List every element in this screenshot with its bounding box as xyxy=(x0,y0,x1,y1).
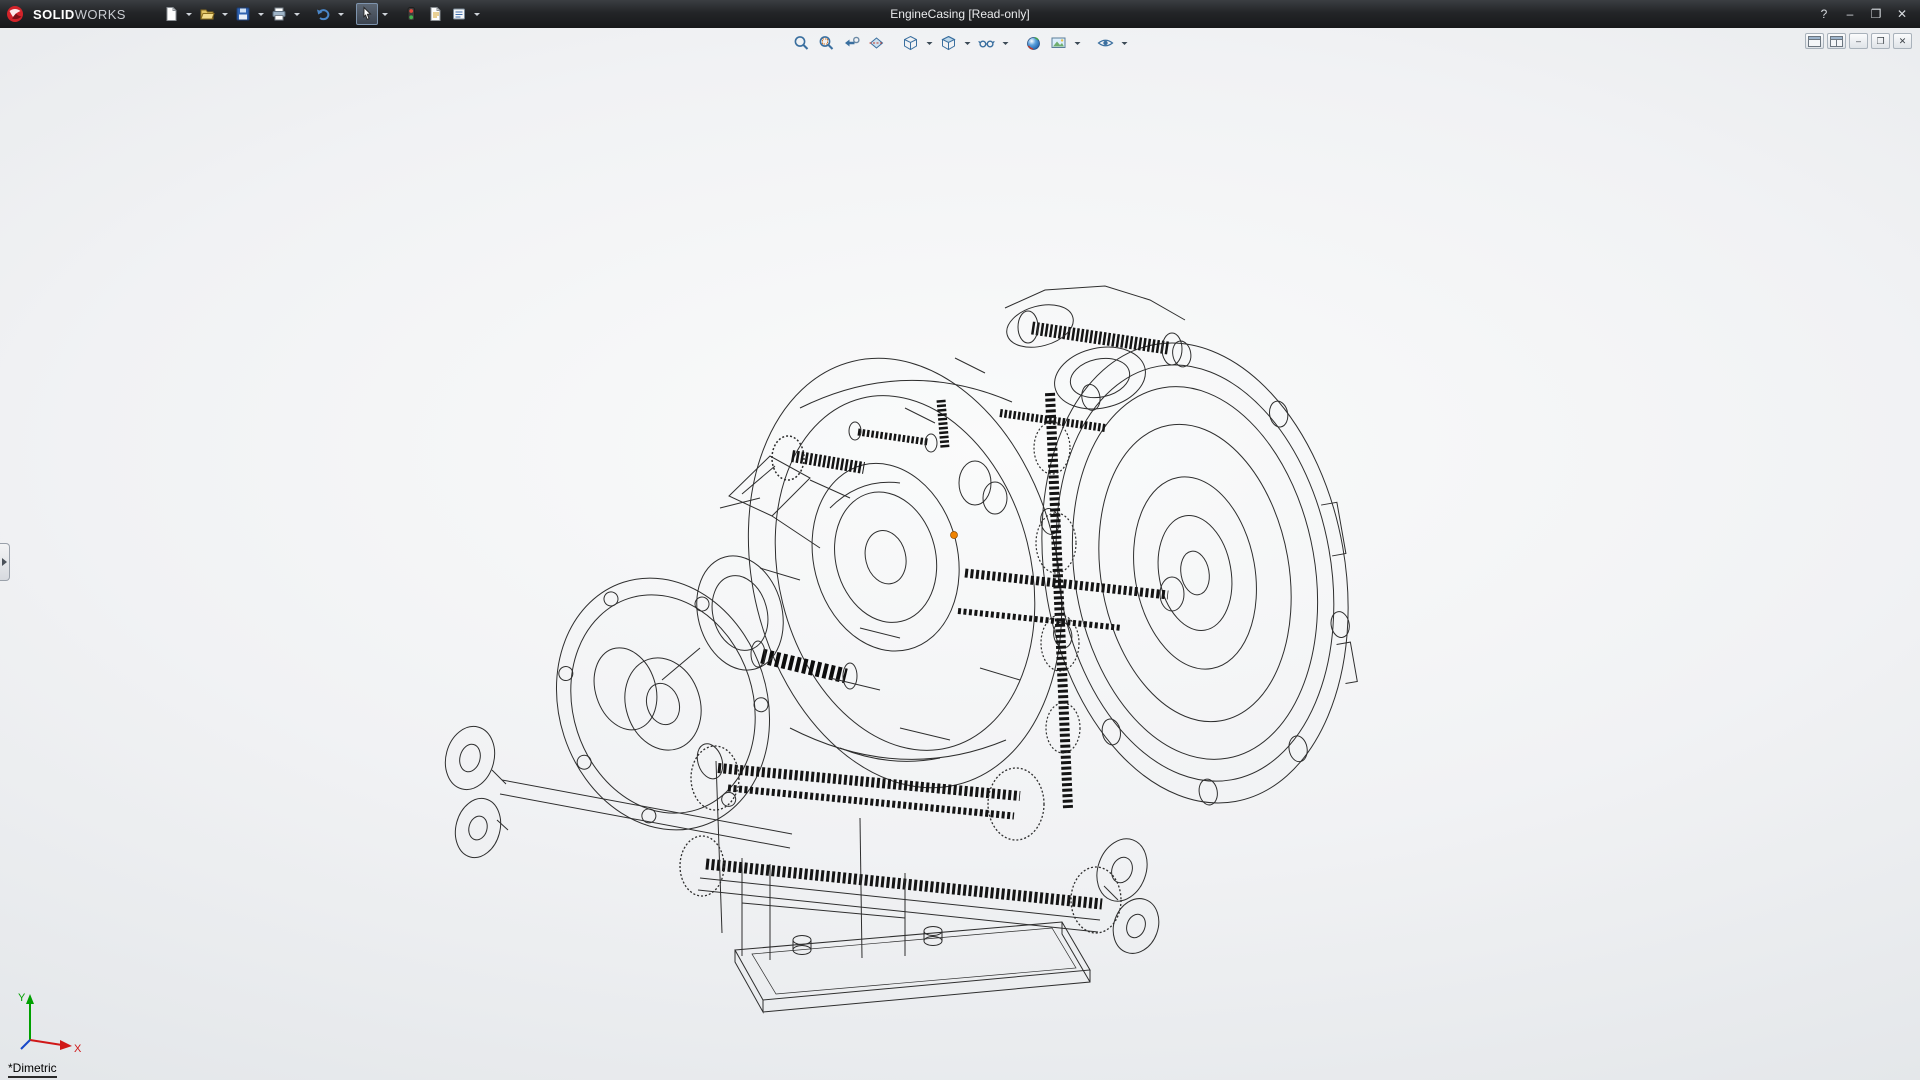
section-view-button[interactable] xyxy=(866,33,888,53)
print-dropdown[interactable] xyxy=(292,3,302,25)
brand-works: WORKS xyxy=(75,7,126,22)
rebuild-button[interactable] xyxy=(400,3,422,25)
undo-icon xyxy=(315,6,331,22)
rebuild-traffic-light-icon xyxy=(403,6,419,22)
select-cursor-icon xyxy=(359,6,375,22)
display-style-button[interactable] xyxy=(938,33,960,53)
view-orientation-dropdown[interactable] xyxy=(925,32,935,54)
chevron-down-icon xyxy=(965,42,971,45)
undo-button[interactable] xyxy=(312,3,334,25)
chevron-down-icon xyxy=(382,13,388,16)
save-button[interactable] xyxy=(232,3,254,25)
section-view-icon xyxy=(868,34,886,52)
file-properties-icon xyxy=(427,6,443,22)
previous-view-button[interactable] xyxy=(841,33,863,53)
split-window-button[interactable] xyxy=(1827,33,1846,49)
solidworks-window: SOLIDWORKS xyxy=(0,0,1920,1080)
edit-appearance-button[interactable] xyxy=(1023,33,1045,53)
chevron-down-icon xyxy=(186,13,192,16)
brand: SOLIDWORKS xyxy=(6,5,126,23)
view-orientation-button[interactable] xyxy=(900,33,922,53)
hide-show-items-dropdown[interactable] xyxy=(1001,32,1011,54)
print-icon xyxy=(271,6,287,22)
x-axis-label: X xyxy=(74,1043,82,1055)
undo-dropdown[interactable] xyxy=(336,3,346,25)
chevron-down-icon xyxy=(1122,42,1128,45)
close-button[interactable]: ✕ xyxy=(1890,4,1914,24)
zoom-to-fit-button[interactable] xyxy=(791,33,813,53)
select-dropdown[interactable] xyxy=(380,3,390,25)
apply-scene-button[interactable] xyxy=(1048,33,1070,53)
apply-scene-icon xyxy=(1050,34,1068,52)
hide-show-glasses-icon xyxy=(978,34,996,52)
heads-up-view-toolbar xyxy=(791,32,1130,54)
open-button[interactable] xyxy=(196,3,218,25)
save-icon xyxy=(235,6,251,22)
featuremanager-collapsed-tab[interactable] xyxy=(0,543,10,581)
select-button[interactable] xyxy=(356,3,378,25)
save-dropdown[interactable] xyxy=(256,3,266,25)
split-window-icon xyxy=(1830,36,1843,47)
document-window-controls: – ❐ ✕ xyxy=(1805,33,1912,49)
y-axis-arrow xyxy=(26,994,34,1004)
wireframe-model xyxy=(0,28,1920,1080)
z-axis xyxy=(21,1040,30,1049)
titlebar: SOLIDWORKS xyxy=(0,0,1920,28)
view-settings-dropdown[interactable] xyxy=(1120,32,1130,54)
graphics-area[interactable]: – ❐ ✕ xyxy=(0,28,1920,1080)
chevron-down-icon xyxy=(927,42,933,45)
chevron-down-icon xyxy=(1075,42,1081,45)
view-orientation-label: *Dimetric xyxy=(8,1061,57,1078)
new-window-button[interactable] xyxy=(1805,33,1824,49)
document-restore-button[interactable]: ❐ xyxy=(1871,33,1890,49)
minimize-button[interactable]: – xyxy=(1838,4,1862,24)
brand-text: SOLIDWORKS xyxy=(33,7,126,22)
open-icon xyxy=(199,6,215,22)
new-document-button[interactable] xyxy=(160,3,182,25)
view-settings-button[interactable] xyxy=(1095,33,1117,53)
y-axis-label: Y xyxy=(18,992,26,1004)
options-button[interactable] xyxy=(448,3,470,25)
chevron-down-icon xyxy=(338,13,344,16)
new-document-dropdown[interactable] xyxy=(184,3,194,25)
print-button[interactable] xyxy=(268,3,290,25)
window-pane-icon xyxy=(1808,36,1821,47)
chevron-down-icon xyxy=(474,13,480,16)
titlebar-toolbar xyxy=(160,3,482,25)
edit-appearance-ball-icon xyxy=(1025,34,1043,52)
apply-scene-dropdown[interactable] xyxy=(1073,32,1083,54)
options-dropdown[interactable] xyxy=(472,3,482,25)
window-controls: ? – ❐ ✕ xyxy=(1812,0,1914,28)
brand-solid: SOLID xyxy=(33,7,75,22)
options-icon xyxy=(451,6,467,22)
selection-point xyxy=(951,532,958,539)
display-style-dropdown[interactable] xyxy=(963,32,973,54)
view-orientation-cube-icon xyxy=(902,34,920,52)
open-dropdown[interactable] xyxy=(220,3,230,25)
zoom-to-fit-icon xyxy=(793,34,811,52)
new-document-icon xyxy=(163,6,179,22)
chevron-down-icon xyxy=(222,13,228,16)
maximize-restore-button[interactable]: ❐ xyxy=(1864,4,1888,24)
hide-show-items-button[interactable] xyxy=(976,33,998,53)
chevron-down-icon xyxy=(1003,42,1009,45)
chevron-right-icon xyxy=(2,558,7,566)
reference-triad[interactable]: Y X xyxy=(14,990,84,1056)
help-button[interactable]: ? xyxy=(1812,4,1836,24)
document-minimize-button[interactable]: – xyxy=(1849,33,1868,49)
file-properties-button[interactable] xyxy=(424,3,446,25)
document-close-button[interactable]: ✕ xyxy=(1893,33,1912,49)
solidworks-logo-icon xyxy=(6,5,28,23)
view-settings-eye-icon xyxy=(1097,34,1115,52)
previous-view-icon xyxy=(843,34,861,52)
chevron-down-icon xyxy=(294,13,300,16)
zoom-to-area-button[interactable] xyxy=(816,33,838,53)
display-style-icon xyxy=(940,34,958,52)
chevron-down-icon xyxy=(258,13,264,16)
x-axis-arrow xyxy=(60,1040,72,1050)
zoom-to-area-icon xyxy=(818,34,836,52)
